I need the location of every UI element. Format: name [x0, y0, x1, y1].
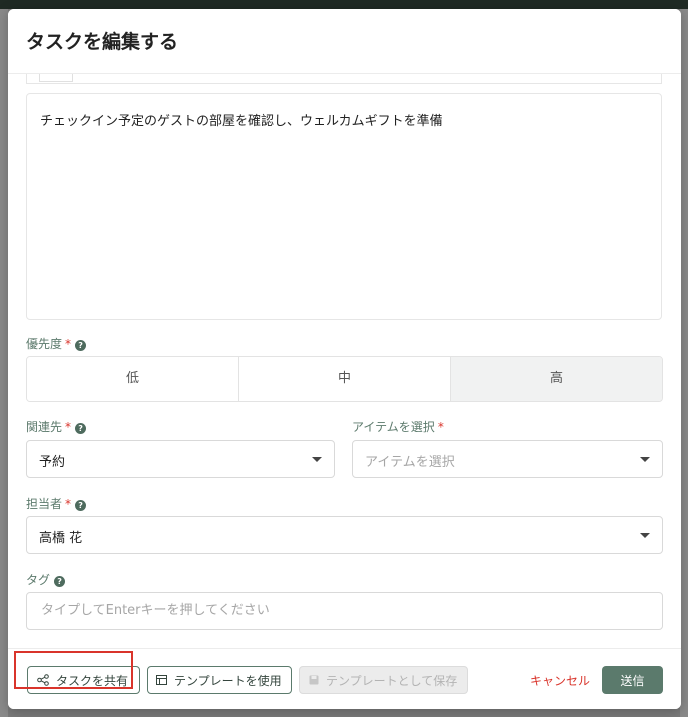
assignee-label-text: 担当者 [26, 497, 63, 511]
save-icon [309, 675, 319, 685]
tags-label-text: タグ [26, 573, 51, 587]
required-mark: * [65, 497, 72, 511]
help-icon[interactable]: ? [75, 423, 87, 434]
save-as-template-label: テンプレートとして保存 [326, 673, 458, 688]
modal-title: タスクを編集する [26, 31, 179, 53]
related-select-value: 予約 [39, 455, 66, 470]
use-template-button[interactable]: テンプレートを使用 [147, 666, 292, 694]
assignee-select[interactable]: 高橋 花 [26, 516, 663, 554]
related-select[interactable]: 予約 [26, 440, 335, 478]
cancel-label: キャンセル [530, 673, 591, 688]
toolbar-button[interactable] [39, 73, 73, 82]
description-text: チェックイン予定のゲストの部屋を確認し、ウェルカムギフトを準備 [40, 114, 443, 129]
use-template-label: テンプレートを使用 [174, 673, 282, 688]
chevron-down-icon [640, 457, 650, 462]
editor-toolbar [26, 73, 662, 84]
priority-option-high[interactable]: 高 [451, 357, 662, 401]
submit-label: 送信 [620, 673, 645, 688]
modal-header: タスクを編集する [8, 9, 681, 74]
background-topbar [0, 0, 688, 9]
assignee-label: 担当者 *? [26, 495, 87, 512]
help-icon[interactable]: ? [54, 576, 66, 587]
help-icon[interactable]: ? [75, 500, 87, 511]
assignee-select-value: 高橋 花 [39, 531, 83, 546]
background-right-edge [680, 9, 688, 717]
item-select[interactable]: アイテムを選択 [352, 440, 663, 478]
background-left-edge [0, 9, 8, 717]
required-mark: * [65, 337, 72, 351]
related-label-text: 関連先 [26, 420, 63, 434]
item-select-label-text: アイテムを選択 [352, 420, 435, 434]
help-icon[interactable]: ? [75, 340, 87, 351]
priority-segmented-control: 低 中 高 [26, 356, 663, 402]
description-editor[interactable]: チェックイン予定のゲストの部屋を確認し、ウェルカムギフトを準備 [26, 93, 662, 320]
priority-label: 優先度 *? [26, 335, 87, 352]
share-button-highlight [14, 651, 133, 689]
priority-label-text: 優先度 [26, 337, 63, 351]
priority-option-medium[interactable]: 中 [239, 357, 451, 401]
item-select-placeholder: アイテムを選択 [365, 455, 455, 470]
priority-option-low[interactable]: 低 [27, 357, 239, 401]
edit-task-modal: タスクを編集する チェックイン予定のゲストの部屋を確認し、ウェルカムギフトを準備… [8, 9, 681, 709]
cancel-button[interactable]: キャンセル [530, 666, 592, 694]
related-label: 関連先 *? [26, 418, 87, 435]
tags-input-box [26, 592, 663, 630]
tags-label: タグ? [26, 571, 66, 588]
chevron-down-icon [312, 457, 322, 462]
save-as-template-button[interactable]: テンプレートとして保存 [299, 666, 468, 694]
required-mark: * [437, 420, 444, 434]
item-select-label: アイテムを選択 * [352, 418, 444, 435]
tags-input[interactable] [39, 602, 643, 619]
template-icon [156, 675, 167, 685]
submit-button[interactable]: 送信 [602, 666, 663, 694]
required-mark: * [65, 420, 72, 434]
chevron-down-icon [640, 533, 650, 538]
